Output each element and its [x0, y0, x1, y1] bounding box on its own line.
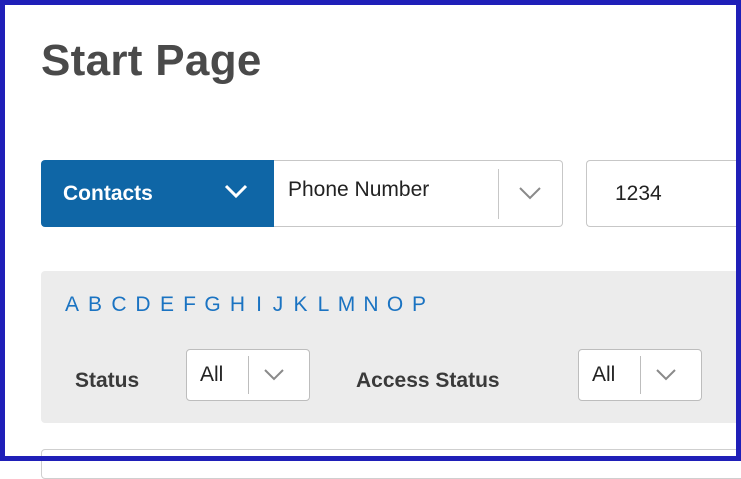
access-status-value: All [592, 363, 616, 386]
entity-type-label: Contacts [63, 181, 153, 205]
letter-filter-c[interactable]: C [107, 293, 131, 317]
letter-filter-n[interactable]: N [359, 293, 383, 317]
letter-filter-p[interactable]: P [407, 293, 431, 317]
search-field-label: Phone Number [288, 178, 430, 201]
letter-filter-l[interactable]: L [313, 293, 334, 317]
access-status-select[interactable]: All [578, 349, 702, 401]
status-label: Status [75, 369, 140, 392]
letter-filter-o[interactable]: O [383, 293, 407, 317]
letter-filter-m[interactable]: M [334, 293, 359, 317]
search-input[interactable] [586, 160, 741, 227]
select-divider [498, 169, 499, 219]
letter-filter-h[interactable]: H [225, 293, 250, 317]
chevron-down-icon [264, 369, 284, 381]
letter-filter-d[interactable]: D [131, 293, 155, 317]
letter-filter-a[interactable]: A [61, 293, 83, 317]
status-select[interactable]: All [186, 349, 310, 401]
select-divider [640, 356, 641, 394]
results-panel [41, 449, 741, 479]
letter-filter-b[interactable]: B [83, 293, 107, 317]
filter-panel: ABCDEFGHIJKLMNOP Status All Access Statu… [41, 271, 741, 423]
alphabet-filter: ABCDEFGHIJKLMNOP [61, 293, 431, 317]
search-field-select[interactable]: Phone Number [274, 160, 563, 227]
page-title: Start Page [41, 36, 262, 85]
letter-filter-e[interactable]: E [155, 293, 179, 317]
access-status-label: Access Status [356, 369, 500, 392]
letter-filter-i[interactable]: I [250, 293, 268, 317]
select-divider [248, 356, 249, 394]
letter-filter-g[interactable]: G [200, 293, 225, 317]
chevron-down-icon [519, 187, 541, 200]
letter-filter-k[interactable]: K [288, 293, 313, 317]
letter-filter-j[interactable]: J [268, 293, 288, 317]
chevron-down-icon [224, 184, 248, 199]
chevron-down-icon [656, 369, 676, 381]
entity-type-dropdown[interactable]: Contacts [41, 160, 274, 227]
letter-filter-f[interactable]: F [179, 293, 200, 317]
status-value: All [200, 363, 224, 386]
